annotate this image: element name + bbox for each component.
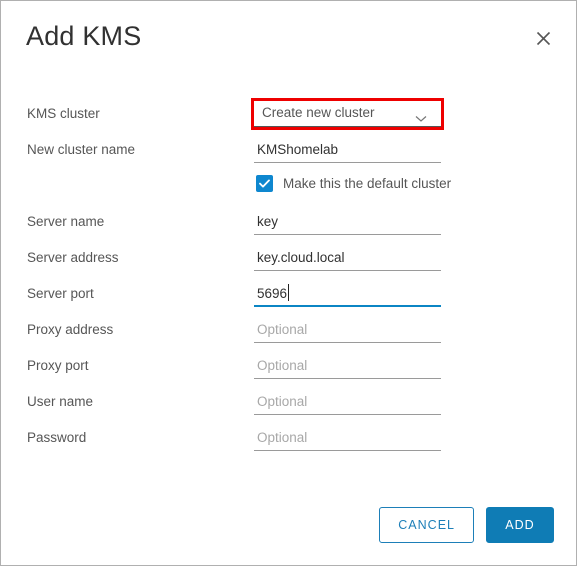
label-server-name: Server name <box>27 214 105 229</box>
chevron-down-icon <box>415 110 427 128</box>
form-row-new-cluster-name: New cluster name <box>1 137 576 173</box>
form-row-password: Password <box>1 425 576 461</box>
kms-cluster-select[interactable]: Create new cluster <box>251 98 444 130</box>
label-password: Password <box>27 430 87 445</box>
label-kms-cluster: KMS cluster <box>27 106 100 121</box>
add-kms-dialog: Add KMS KMS cluster Create new cluster N… <box>0 0 577 566</box>
form-row-server-name: Server name <box>1 209 576 245</box>
password-input[interactable] <box>254 425 441 451</box>
form-row-server-address: Server address <box>1 245 576 281</box>
form-row-proxy-address: Proxy address <box>1 317 576 353</box>
cancel-button[interactable]: CANCEL <box>379 507 474 543</box>
user-name-input[interactable] <box>254 389 441 415</box>
form-row-kms-cluster: KMS cluster Create new cluster <box>1 98 576 137</box>
form-row-user-name: User name <box>1 389 576 425</box>
checkmark-icon <box>256 175 273 192</box>
label-proxy-port: Proxy port <box>27 358 89 373</box>
server-name-input[interactable] <box>254 209 441 235</box>
kms-cluster-select-value: Create new cluster <box>262 105 375 120</box>
label-new-cluster-name: New cluster name <box>27 142 136 157</box>
close-icon[interactable] <box>530 25 556 51</box>
text-cursor <box>288 284 289 301</box>
form-row-proxy-port: Proxy port <box>1 353 576 389</box>
kms-form: KMS cluster Create new cluster New clust… <box>1 98 576 461</box>
default-cluster-checkbox[interactable]: Make this the default cluster <box>256 175 451 192</box>
page-title: Add KMS <box>26 21 142 51</box>
proxy-address-input[interactable] <box>254 317 441 343</box>
label-proxy-address: Proxy address <box>27 322 114 337</box>
form-row-default-cluster: Make this the default cluster <box>1 173 576 209</box>
label-server-address: Server address <box>27 250 119 265</box>
label-user-name: User name <box>27 394 94 409</box>
dialog-footer: CANCEL ADD <box>1 507 576 543</box>
form-row-server-port: Server port <box>1 281 576 317</box>
label-server-port: Server port <box>27 286 94 301</box>
dialog-header: Add KMS <box>1 1 576 79</box>
server-port-input[interactable] <box>254 281 441 307</box>
default-cluster-checkbox-label: Make this the default cluster <box>283 176 452 191</box>
new-cluster-name-input[interactable] <box>254 137 441 163</box>
add-button[interactable]: ADD <box>486 507 554 543</box>
server-address-input[interactable] <box>254 245 441 271</box>
proxy-port-input[interactable] <box>254 353 441 379</box>
